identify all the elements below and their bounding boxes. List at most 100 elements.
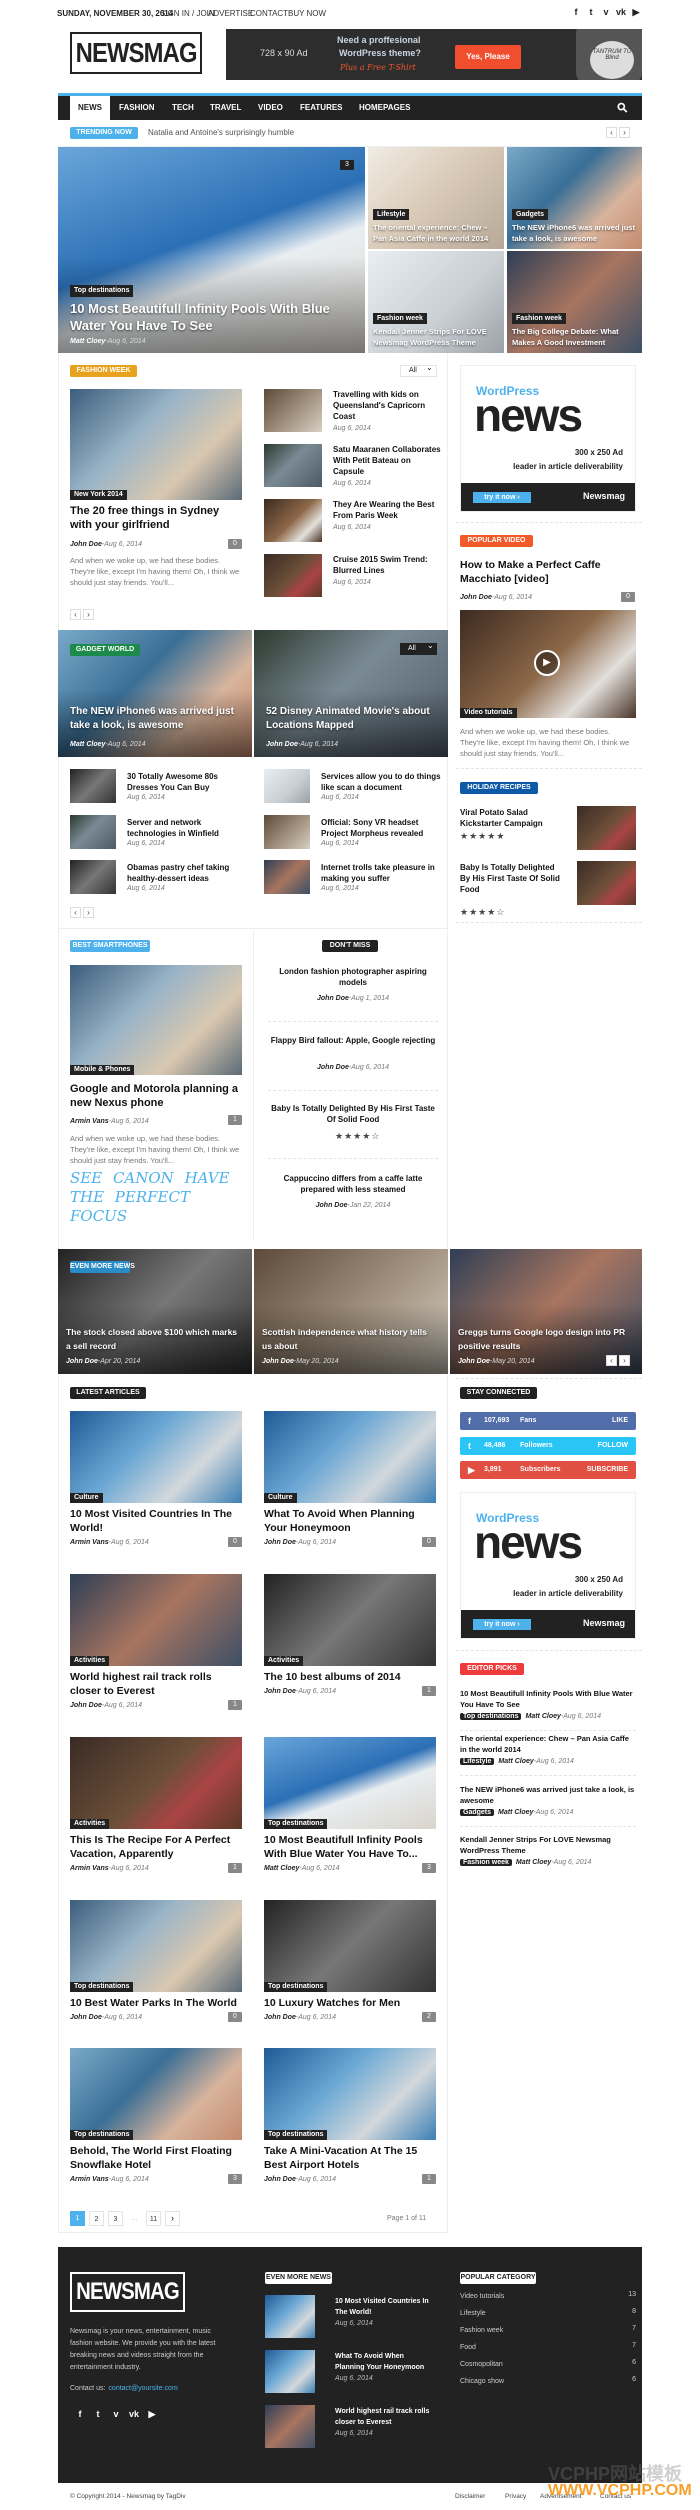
hero-main-title[interactable]: 10 Most Beautifull Infinity Pools With B… xyxy=(70,300,340,334)
editor-pick-title[interactable]: The oriental experience: Chew – Pan Asia… xyxy=(460,1733,636,1755)
category-tag[interactable]: Gadgets xyxy=(460,1809,495,1816)
hero-tile-image[interactable]: Gadgets The NEW iPhone6 was arrived just … xyxy=(507,147,642,249)
author-link[interactable]: Matt Cloey xyxy=(70,338,105,345)
article-title[interactable]: Official: Sony VR headset Project Morphe… xyxy=(321,817,441,839)
author-link[interactable]: John Doe xyxy=(264,1688,296,1695)
article-image[interactable]: Activities xyxy=(70,1574,242,1666)
vimeo-icon[interactable]: v xyxy=(110,2409,122,2421)
article-image[interactable]: Top destinations xyxy=(264,1900,436,1992)
nav-item-features[interactable]: FEATURES xyxy=(300,96,343,120)
author-link[interactable]: John Doe xyxy=(460,594,492,601)
category-tag[interactable]: New York 2014 xyxy=(70,490,127,500)
page-button[interactable]: 3 xyxy=(108,2211,123,2226)
fashion-main-image[interactable]: New York 2014 xyxy=(70,389,242,500)
youtube-icon[interactable]: ▶ xyxy=(630,7,642,19)
topbar-link[interactable]: ADVERTISE xyxy=(208,9,253,18)
article-thumb[interactable] xyxy=(264,389,322,432)
category-link[interactable]: Food xyxy=(460,2344,476,2351)
category-tag[interactable]: Culture xyxy=(264,1493,297,1503)
category-tag[interactable]: Top destinations xyxy=(70,1982,134,1992)
hero-tile-title[interactable]: The oriental experience: Chew – Pan Asia… xyxy=(373,222,499,244)
author-link[interactable]: John Doe xyxy=(70,541,102,548)
article-thumb[interactable] xyxy=(264,444,322,487)
article-thumb[interactable] xyxy=(70,860,116,894)
vk-icon[interactable]: vk xyxy=(128,2409,140,2421)
category-tag[interactable]: Activities xyxy=(264,1656,304,1666)
category-link[interactable]: Chicago show xyxy=(460,2378,504,2385)
article-title[interactable]: This Is The Recipe For A Perfect Vacatio… xyxy=(70,1833,242,1861)
article-image[interactable]: Top destinations xyxy=(70,1900,242,1992)
hero-tile-image[interactable]: Fashion week The Big College Debate: What… xyxy=(507,251,642,353)
article-image[interactable]: Activities xyxy=(264,1574,436,1666)
sidebar-ad-bottom[interactable]: WordPress news 300 x 250 Ad leader in artic… xyxy=(460,1492,636,1639)
comment-count-badge[interactable]: 1 xyxy=(228,1700,242,1710)
category-link[interactable]: Video tutorials xyxy=(460,2293,504,2300)
article-title[interactable]: Obamas pastry chef taking healthy-desser… xyxy=(127,862,237,884)
vk-icon[interactable]: vk xyxy=(615,7,627,19)
next-arrow-icon[interactable]: › xyxy=(83,907,94,918)
article-title[interactable]: Google and Motorola planning a new Nexus… xyxy=(70,1082,242,1110)
category-tag[interactable]: Fashion week xyxy=(512,313,566,324)
category-tag[interactable]: Fashion week xyxy=(373,313,427,324)
recipe-thumb[interactable] xyxy=(577,861,636,905)
article-title[interactable]: What To Avoid When Planning Your Honeymo… xyxy=(264,1507,436,1535)
article-image[interactable]: Culture xyxy=(264,1411,436,1503)
editor-pick-title[interactable]: 10 Most Beautifull Infinity Pools With B… xyxy=(460,1688,636,1710)
comment-count-badge[interactable]: 1 xyxy=(228,1863,242,1873)
nav-item-video[interactable]: VIDEO xyxy=(258,96,283,120)
category-tag[interactable]: Top destinations xyxy=(264,1819,328,1829)
article-title[interactable]: They Are Wearing the Best From Paris Wee… xyxy=(333,499,443,521)
footer-article-thumb[interactable] xyxy=(265,2350,315,2393)
category-tag[interactable]: Top destinations xyxy=(460,1713,522,1720)
author-link[interactable]: John Doe xyxy=(264,2014,296,2021)
author-link[interactable]: John Doe xyxy=(70,1702,102,1709)
author-link[interactable]: John Doe xyxy=(316,1202,348,1209)
smartphone-main-image[interactable]: Mobile & Phones xyxy=(70,965,242,1075)
author-link[interactable]: John Doe xyxy=(458,1358,490,1365)
article-title[interactable]: 30 Totally Awesome 80s Dresses You Can B… xyxy=(127,771,237,793)
hero-tile-image[interactable]: Fashion week Kendall Jenner Strips For LO… xyxy=(368,251,504,353)
footer-article-title[interactable]: 10 Most Visited Countries In The World! xyxy=(335,2296,430,2318)
article-title[interactable]: Baby Is Totally Delighted By His First T… xyxy=(268,1103,438,1125)
footer-article-thumb[interactable] xyxy=(265,2405,315,2448)
category-tag[interactable]: Culture xyxy=(70,1493,103,1503)
article-title[interactable]: The 20 free things in Sydney with your g… xyxy=(70,504,242,532)
page-button[interactable]: 11 xyxy=(146,2211,161,2226)
social-counter-facebook[interactable]: f 107,693 Fans LIKE xyxy=(460,1412,636,1430)
hero-tile-title[interactable]: Kendall Jenner Strips For LOVE Newsmag W… xyxy=(373,326,499,348)
video-thumbnail[interactable]: ▶ Video tutorials xyxy=(460,610,636,718)
article-title[interactable]: The 10 best albums of 2014 xyxy=(264,1670,436,1684)
article-thumb[interactable] xyxy=(264,554,322,597)
vimeo-icon[interactable]: v xyxy=(600,7,612,19)
tile-title[interactable]: The stock closed above $100 which marks … xyxy=(66,1325,241,1353)
try-it-now-button[interactable]: try it now › xyxy=(473,1619,531,1630)
author-link[interactable]: Armin Vans xyxy=(70,1865,109,1872)
category-link[interactable]: Lifestyle xyxy=(460,2310,486,2317)
category-tag[interactable]: Mobile & Phones xyxy=(70,1065,135,1075)
contact-email-link[interactable]: contact@yoursite.com xyxy=(108,2385,177,2392)
try-it-now-button[interactable]: try it now › xyxy=(473,492,531,503)
tile-title[interactable]: 52 Disney Animated Movie's about Locatio… xyxy=(266,705,442,733)
author-link[interactable]: John Doe xyxy=(317,1064,349,1071)
author-link[interactable]: Armin Vans xyxy=(70,2176,109,2183)
category-tag[interactable]: Activities xyxy=(70,1656,110,1666)
author-link[interactable]: John Doe xyxy=(70,2014,102,2021)
article-image[interactable]: Culture xyxy=(70,1411,242,1503)
recipe-title[interactable]: Viral Potato Salad Kickstarter Campaign xyxy=(460,807,560,829)
nav-item-travel[interactable]: TRAVEL xyxy=(210,96,241,120)
footer-link[interactable]: Disclaimer xyxy=(455,2493,485,2500)
category-tag[interactable]: Video tutorials xyxy=(460,708,517,718)
category-tag[interactable]: Lifestyle xyxy=(460,1758,495,1765)
article-thumb[interactable] xyxy=(264,769,310,803)
category-tag[interactable]: Lifestyle xyxy=(373,209,410,220)
author-link[interactable]: Matt Cloey xyxy=(516,1859,551,1866)
next-page-button[interactable]: › xyxy=(165,2211,180,2226)
tile-title[interactable]: The NEW iPhone6 was arrived just take a … xyxy=(70,705,246,733)
article-title[interactable]: 10 Most Beautifull Infinity Pools With B… xyxy=(264,1833,436,1861)
footer-link[interactable]: Privacy xyxy=(505,2493,526,2500)
prev-arrow-icon[interactable]: ‹ xyxy=(70,609,81,620)
facebook-icon[interactable]: f xyxy=(74,2409,86,2421)
even-more-tile-image[interactable]: Scottish independence what history tells… xyxy=(254,1249,448,1374)
topbar-link[interactable]: CONTACT xyxy=(250,9,288,18)
author-link[interactable]: John Doe xyxy=(266,741,298,748)
